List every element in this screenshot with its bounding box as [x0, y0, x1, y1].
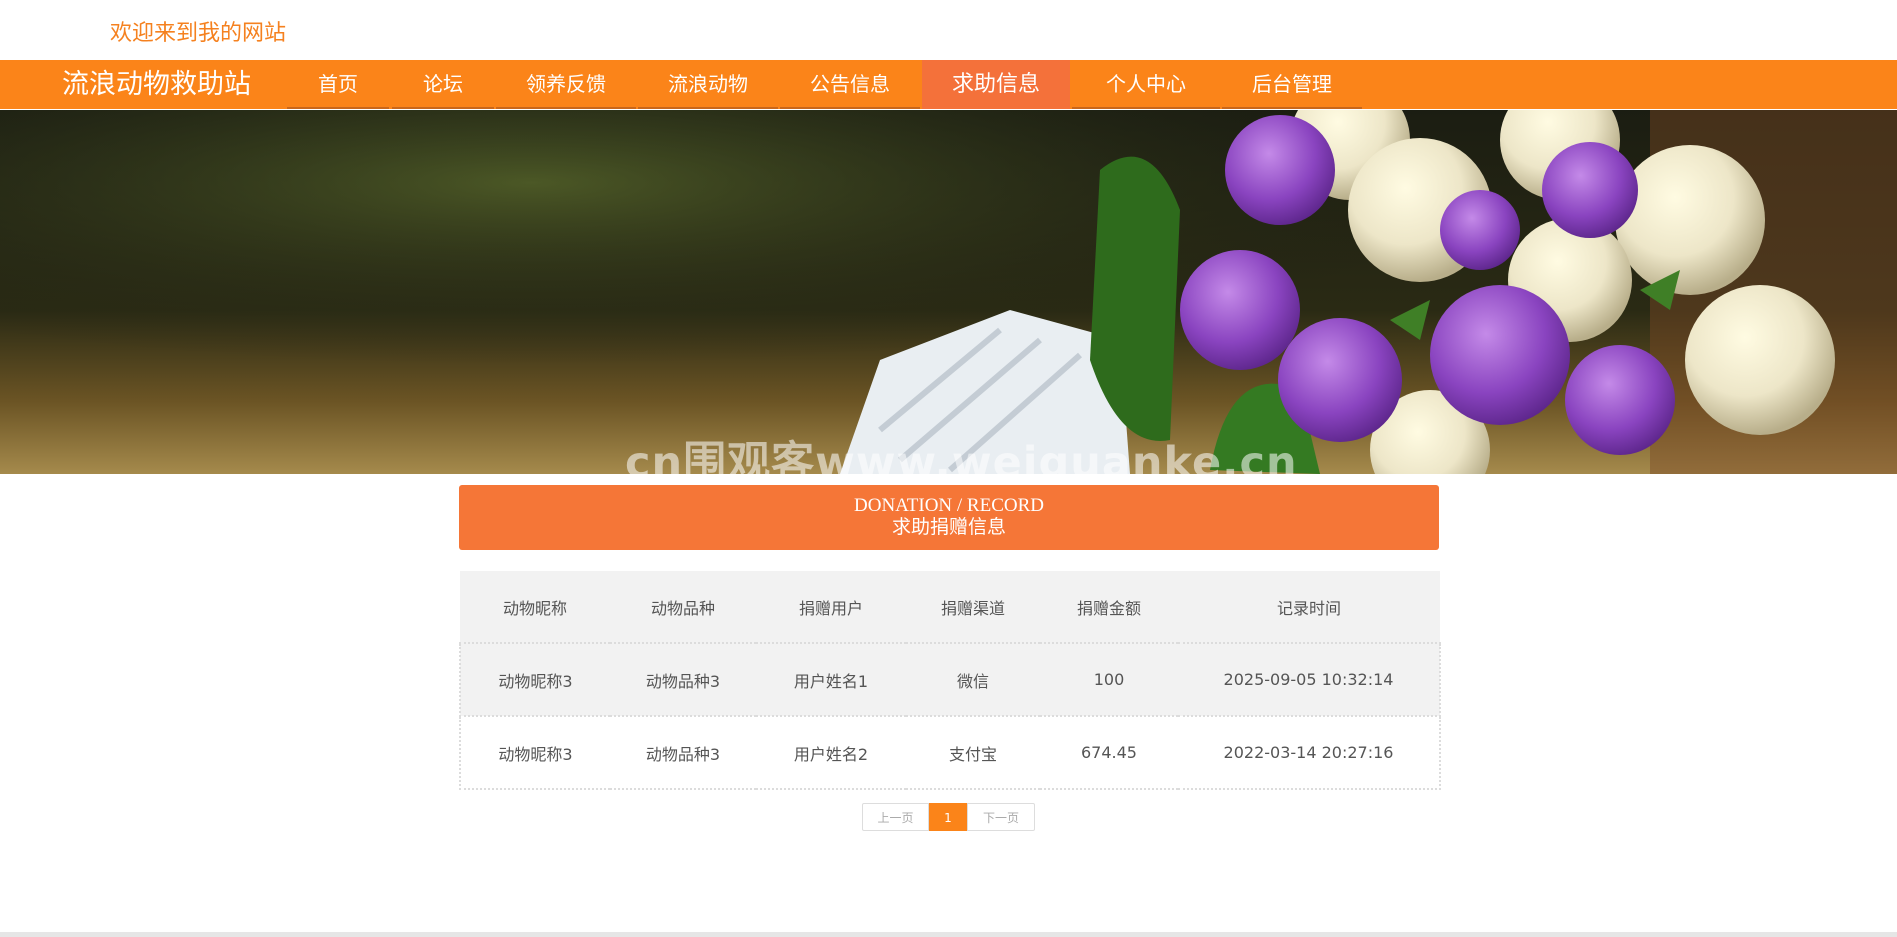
- nav-item-help-info[interactable]: 求助信息: [922, 60, 1070, 109]
- nav-item-adoption-feedback[interactable]: 领养反馈: [496, 60, 636, 109]
- next-page-button[interactable]: 下一页: [967, 803, 1035, 831]
- cell-donation-channel: 微信: [906, 643, 1040, 717]
- cell-donation-channel: 支付宝: [906, 716, 1040, 790]
- column-header: 捐赠用户: [756, 571, 906, 644]
- nav-item-stray-animals[interactable]: 流浪动物: [638, 60, 778, 109]
- prev-page-button[interactable]: 上一页: [862, 803, 929, 831]
- cell-donation-amount: 674.45: [1040, 716, 1178, 790]
- column-header: 捐赠渠道: [906, 571, 1040, 644]
- section-title-en: DONATION / RECORD: [854, 495, 1044, 516]
- nav-item-personal-center[interactable]: 个人中心: [1072, 60, 1220, 109]
- column-header: 记录时间: [1178, 571, 1440, 644]
- nav-item-admin[interactable]: 后台管理: [1222, 60, 1362, 109]
- cell-animal-breed: 动物品种3: [610, 643, 756, 717]
- cell-record-time: 2022-03-14 20:27:16: [1178, 716, 1441, 790]
- section-title-cn: 求助捐赠信息: [891, 517, 1006, 538]
- banner-image: [0, 110, 1897, 474]
- column-header: 动物品种: [610, 571, 756, 644]
- donation-table-container: 动物昵称 动物品种 捐赠用户 捐赠渠道 捐赠金额 记录时间 动物昵称3 动物品种…: [459, 571, 1441, 790]
- nav-item-forum[interactable]: 论坛: [392, 60, 494, 109]
- nav-item-home[interactable]: 首页: [287, 60, 389, 109]
- watermark-text: cn围观客www.weiguanke.cn: [625, 438, 1298, 474]
- donation-table: 动物昵称 动物品种 捐赠用户 捐赠渠道 捐赠金额 记录时间 动物昵称3 动物品种…: [459, 571, 1441, 790]
- page-bottom-border: [0, 932, 1897, 937]
- site-title[interactable]: 流浪动物救助站: [62, 60, 251, 109]
- table-header-row: 动物昵称 动物品种 捐赠用户 捐赠渠道 捐赠金额 记录时间: [460, 571, 1440, 644]
- hero-banner: cn围观客www.weiguanke.cn: [0, 110, 1897, 474]
- cell-animal-nickname: 动物昵称3: [459, 643, 610, 717]
- welcome-text: 欢迎来到我的网站: [110, 21, 287, 46]
- top-bar: 欢迎来到我的网站: [0, 0, 1897, 60]
- cell-donor-user: 用户姓名2: [756, 716, 906, 790]
- column-header: 动物昵称: [460, 571, 610, 644]
- main-nav: 流浪动物救助站 首页 论坛 领养反馈 流浪动物 公告信息 求助信息 个人中心 后…: [0, 60, 1897, 109]
- table-row[interactable]: 动物昵称3 动物品种3 用户姓名1 微信 100 2025-09-05 10:3…: [459, 643, 1441, 717]
- cell-animal-nickname: 动物昵称3: [459, 716, 610, 790]
- cell-record-time: 2025-09-05 10:32:14: [1178, 643, 1441, 717]
- column-header: 捐赠金额: [1040, 571, 1178, 644]
- table-row[interactable]: 动物昵称3 动物品种3 用户姓名2 支付宝 674.45 2022-03-14 …: [459, 716, 1441, 790]
- nav-item-announcements[interactable]: 公告信息: [780, 60, 920, 109]
- cell-animal-breed: 动物品种3: [610, 716, 756, 790]
- cell-donation-amount: 100: [1040, 643, 1178, 717]
- pagination: 上一页 1 下一页: [862, 803, 1035, 831]
- cell-donor-user: 用户姓名1: [756, 643, 906, 717]
- current-page-button[interactable]: 1: [929, 803, 967, 831]
- section-header: DONATION / RECORD 求助捐赠信息: [459, 485, 1439, 550]
